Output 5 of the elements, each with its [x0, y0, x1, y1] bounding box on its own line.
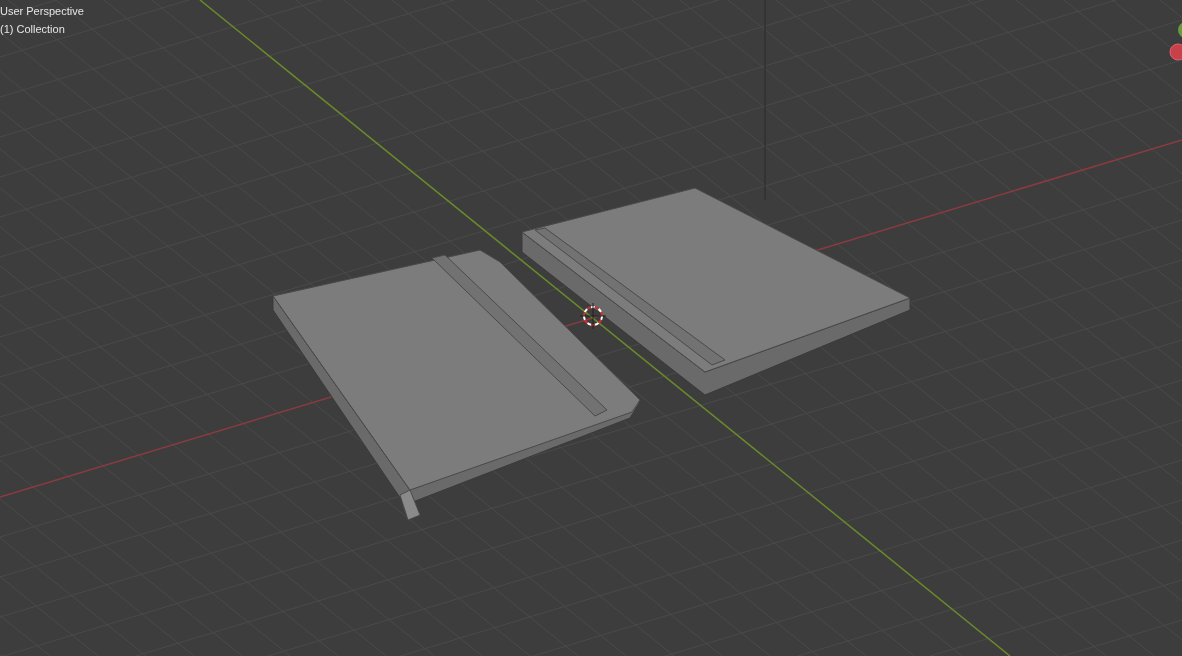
view-name: User Perspective [0, 4, 84, 19]
gizmo-y-icon[interactable] [1178, 22, 1182, 38]
gizmo-x-icon[interactable] [1169, 43, 1182, 61]
cursor-icon [579, 302, 607, 330]
collection-name: (1) Collection [0, 22, 66, 37]
